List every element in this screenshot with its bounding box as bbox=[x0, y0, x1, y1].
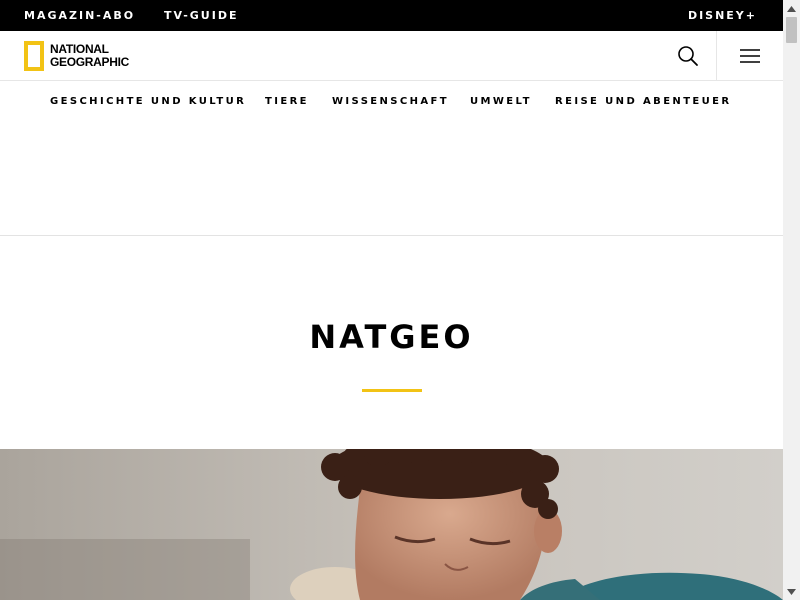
nav-item-wissenschaft[interactable]: WISSENSCHAFT bbox=[332, 96, 449, 107]
scrollbar-thumb[interactable] bbox=[786, 17, 797, 43]
category-nav: GESCHICHTE UND KULTUR TIERE WISSENSCHAFT… bbox=[0, 82, 783, 124]
nav-item-umwelt[interactable]: UMWELT bbox=[470, 96, 532, 107]
disney-plus-link[interactable]: DISNEY+ bbox=[688, 0, 757, 31]
section-divider bbox=[0, 235, 783, 236]
site-header: NATIONAL GEOGRAPHIC bbox=[0, 31, 783, 81]
search-icon bbox=[678, 45, 698, 66]
tv-guide-link[interactable]: TV-GUIDE bbox=[164, 0, 238, 31]
page: MAGAZIN-ABO TV-GUIDE DISNEY+ NATIONAL GE… bbox=[0, 0, 800, 600]
page-title: NATGEO bbox=[309, 318, 474, 356]
nav-item-tiere[interactable]: TIERE bbox=[265, 96, 309, 107]
menu-button[interactable] bbox=[730, 31, 770, 80]
top-bar: MAGAZIN-ABO TV-GUIDE DISNEY+ bbox=[0, 0, 783, 31]
magazin-abo-link[interactable]: MAGAZIN-ABO bbox=[24, 0, 135, 31]
header-divider bbox=[716, 31, 717, 80]
search-button[interactable] bbox=[668, 31, 708, 80]
logo-yellow-border-icon bbox=[24, 41, 44, 71]
hero-photo bbox=[0, 449, 783, 600]
national-geographic-logo[interactable]: NATIONAL GEOGRAPHIC bbox=[24, 41, 129, 71]
scroll-up-arrow-icon[interactable] bbox=[783, 0, 800, 17]
scroll-down-arrow-icon[interactable] bbox=[783, 583, 800, 600]
logo-wordmark: NATIONAL GEOGRAPHIC bbox=[50, 43, 129, 69]
nav-item-geschichte-und-kultur[interactable]: GESCHICHTE UND KULTUR bbox=[50, 96, 246, 107]
hero-image[interactable] bbox=[0, 449, 783, 600]
title-accent-bar bbox=[362, 389, 422, 392]
logo-line-2: GEOGRAPHIC bbox=[50, 55, 130, 69]
hamburger-menu-icon bbox=[740, 48, 760, 63]
nav-item-reise-und-abenteuer[interactable]: REISE UND ABENTEUER bbox=[555, 96, 732, 107]
vertical-scrollbar[interactable] bbox=[783, 0, 800, 600]
